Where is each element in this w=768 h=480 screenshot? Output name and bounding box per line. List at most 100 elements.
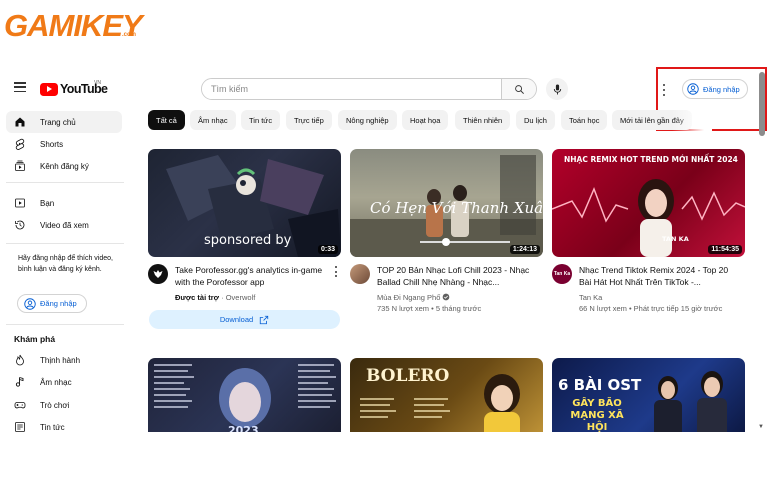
subscriptions-icon	[14, 160, 26, 172]
page-scrollbar[interactable]	[759, 72, 765, 434]
channel-name[interactable]: Overwolf	[226, 293, 256, 302]
video-duration: 11:54:35	[708, 245, 742, 254]
youtube-home-page: GAMIKEY .com YouTube VN Đăng nhập Trang …	[0, 0, 768, 480]
search-icon	[514, 84, 524, 94]
sidebar-divider	[6, 182, 124, 183]
video-meta: Được tài trợ · Overwolf	[175, 293, 256, 302]
bottom-blank-area	[130, 432, 768, 480]
chip-live[interactable]: Trực tiếp	[286, 110, 332, 130]
video-thumbnail[interactable]: Có Hẹn Với Thanh Xuân 1:24:13	[350, 149, 543, 257]
sidebar-item-label: Tin tức	[40, 422, 65, 432]
channel-avatar[interactable]: Tan Ka	[552, 264, 572, 284]
sidebar-item-history[interactable]: Video đã xem	[6, 214, 122, 236]
history-icon	[14, 219, 26, 231]
channel-row: Mùa Đi Ngang Phố	[377, 292, 450, 303]
thumbnail-text: 6 BÀI OST	[558, 376, 642, 394]
search-button[interactable]	[501, 79, 536, 99]
signin-button-sidebar[interactable]: Đăng nhập	[17, 294, 87, 313]
verified-icon	[443, 293, 450, 301]
chip-agriculture[interactable]: Nông nghiệp	[338, 110, 397, 130]
chip-all[interactable]: Tất cả	[148, 110, 185, 130]
video-duration: 1:24:13	[509, 245, 540, 254]
menu-icon[interactable]	[14, 82, 26, 93]
channel-avatar[interactable]	[350, 264, 370, 284]
scrollbar-thumb[interactable]	[759, 72, 765, 136]
video-stats: 66 N lượt xem • Phát trực tiếp 15 giờ tr…	[579, 304, 723, 313]
video-title[interactable]: Take Porofessor.gg's analytics in-game w…	[175, 264, 335, 288]
signin-label-top: Đăng nhập	[703, 84, 740, 94]
chip-math[interactable]: Toán học	[561, 110, 608, 130]
sidebar-item-gaming[interactable]: Trò chơi	[6, 394, 122, 416]
sidebar-item-label: Thịnh hành	[40, 355, 81, 365]
settings-kebab-icon[interactable]	[662, 84, 666, 96]
watermark-sub: .com	[122, 32, 137, 38]
chip-nature[interactable]: Thiên nhiên	[455, 110, 511, 130]
sidebar-item-you[interactable]: Bạn	[6, 192, 122, 214]
watermark-text: GAMIKEY	[4, 8, 143, 43]
sidebar-item-label: Kênh đăng ký	[40, 161, 89, 171]
sidebar-item-subscriptions[interactable]: Kênh đăng ký	[6, 155, 122, 177]
video-thumbnail-ad[interactable]: sponsored by 0:33	[148, 149, 341, 257]
thumbnail-text: NHẠC REMIX HOT TREND MỚI NHẤT 2024	[564, 155, 738, 164]
sidebar-divider	[6, 243, 124, 244]
video-duration: 0:33	[317, 245, 338, 254]
account-icon	[24, 297, 36, 310]
gamikey-watermark-logo: GAMIKEY .com	[4, 6, 154, 46]
avatar-initials: Tan Ka	[553, 271, 571, 277]
sidebar-item-label: Trò chơi	[40, 400, 70, 410]
sidebar-divider	[6, 324, 124, 325]
music-icon	[14, 376, 26, 388]
sidebar-item-label: Video đã xem	[40, 220, 89, 230]
channel-name[interactable]: Mùa Đi Ngang Phố	[377, 293, 440, 302]
explore-heading: Khám phá	[14, 334, 56, 344]
sidebar-item-label: Âm nhạc	[40, 377, 72, 387]
external-link-icon	[260, 315, 269, 324]
sidebar-item-shorts[interactable]: Shorts	[6, 133, 122, 155]
signin-button-top[interactable]: Đăng nhập	[682, 79, 748, 99]
scroll-down-arrow-icon[interactable]: ▼	[758, 424, 764, 430]
thumbnail-text: sponsored by	[204, 233, 292, 248]
thumbnail-tag: TAN KA	[662, 235, 689, 243]
thumbnail-subtext: GÂY BÃO MẠNG XÃ HỘI	[570, 398, 624, 433]
video-title[interactable]: TOP 20 Bản Nhạc Lofi Chill 2023 - Nhạc B…	[377, 264, 537, 288]
sponsored-label: Được tài trợ	[175, 293, 220, 302]
thumbnail-text: BOLERO	[366, 366, 450, 386]
thumbnail-art	[552, 179, 745, 257]
microphone-icon	[553, 83, 561, 95]
channel-name[interactable]: Tan Ka	[579, 292, 602, 303]
chip-animation[interactable]: Hoạt họa	[402, 110, 449, 130]
sidebar-item-trending[interactable]: Thịnh hành	[6, 349, 122, 371]
voice-search-button[interactable]	[546, 78, 568, 100]
download-label: Download	[219, 315, 254, 324]
chip-fade	[672, 108, 712, 132]
video-title[interactable]: Nhạc Trend Tiktok Remix 2024 - Top 20 Bà…	[579, 264, 739, 288]
chip-news[interactable]: Tin tức	[241, 110, 281, 130]
sidebar-item-music[interactable]: Âm nhạc	[6, 371, 122, 393]
download-button[interactable]: Download	[149, 310, 340, 329]
account-icon	[687, 83, 699, 95]
channel-avatar[interactable]	[148, 264, 168, 284]
chip-travel[interactable]: Du lịch	[516, 110, 555, 130]
search-input[interactable]	[202, 79, 501, 99]
sidebar-item-label: Bạn	[40, 198, 55, 208]
country-code: VN	[94, 80, 101, 86]
news-icon	[14, 421, 26, 433]
overwolf-logo-icon	[153, 270, 163, 278]
sidebar-item-news[interactable]: Tin tức	[6, 416, 122, 438]
sidebar-item-home[interactable]: Trang chủ	[6, 111, 122, 133]
chip-music[interactable]: Âm nhạc	[190, 110, 236, 130]
sidebar-item-label: Shorts	[40, 139, 64, 149]
video-stats: 735 N lượt xem • 5 tháng trước	[377, 304, 482, 313]
signin-message: Hãy đăng nhập để thích video, bình luận …	[18, 255, 113, 273]
trending-icon	[14, 354, 26, 366]
home-icon	[14, 116, 26, 128]
shorts-icon	[14, 138, 26, 150]
video-options-icon[interactable]	[334, 266, 338, 277]
video-thumbnail[interactable]: NHẠC REMIX HOT TREND MỚI NHẤT 2024 TAN K…	[552, 149, 745, 257]
thumbnail-text: Có Hẹn Với Thanh Xuân	[370, 199, 543, 217]
gaming-icon	[14, 399, 26, 411]
youtube-play-icon	[40, 82, 58, 96]
sidebar-item-label: Trang chủ	[40, 117, 76, 127]
search-bar	[201, 78, 537, 100]
signin-label-sidebar: Đăng nhập	[40, 299, 77, 308]
